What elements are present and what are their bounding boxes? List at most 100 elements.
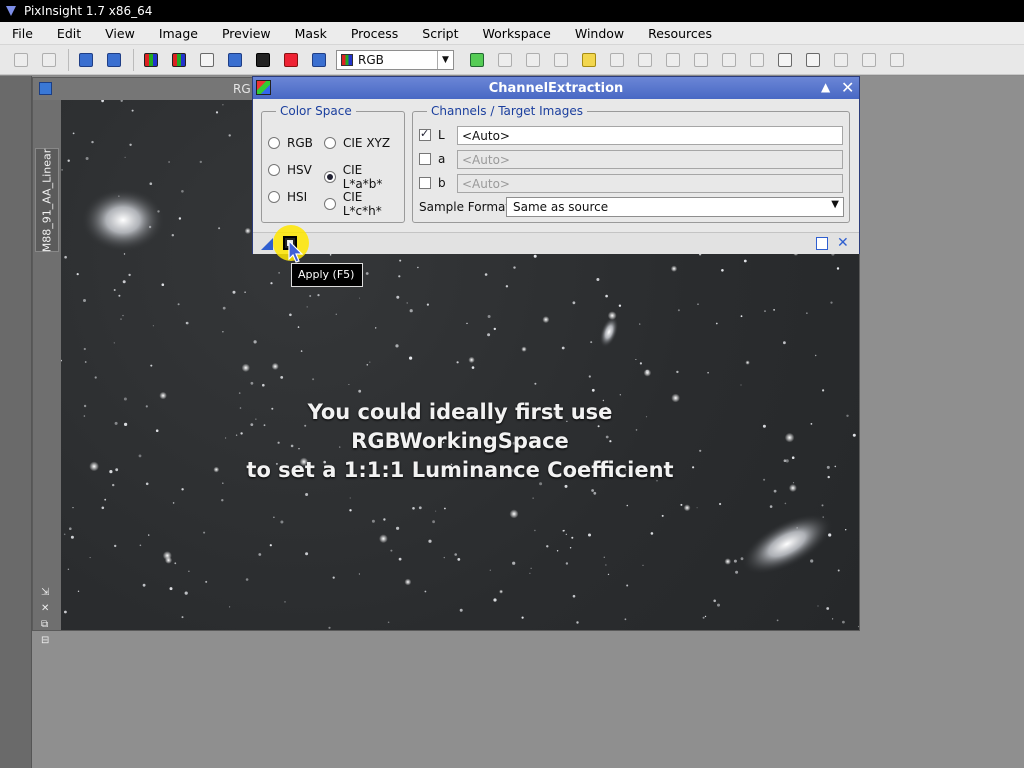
radio-cie-lch[interactable]: CIE L*c*h* [324,190,404,218]
toolbar-separator [68,48,69,71]
history-icon [806,52,820,67]
fit-icon[interactable]: ✕ [41,601,53,617]
channels-group: Channels / Target Images L <Auto> a <Aut… [412,104,850,223]
radio-hsi-icon[interactable] [268,191,280,203]
menu-process[interactable]: Process [339,26,410,41]
edit-preview-button[interactable] [494,49,516,71]
galaxy-m88 [741,513,833,575]
format-icon [862,52,876,67]
menu-image[interactable]: Image [147,26,210,41]
caption-line-2: RGBWorkingSpace [351,429,569,453]
dialog-control-bar: ✕ [253,225,859,261]
close-icon[interactable]: ✕ [841,78,854,97]
channels-title: Channels / Target Images [427,104,587,118]
minimize-icon[interactable]: ⊟ [41,633,53,649]
new-image-button[interactable] [196,49,218,71]
next-icon [638,52,652,67]
menu-resources[interactable]: Resources [636,26,724,41]
menu-edit[interactable]: Edit [45,26,93,41]
radio-hsi-label: HSI [287,190,308,204]
sample-format-select[interactable]: Same as source ▼ [506,197,844,217]
app-title: PixInsight 1.7 x86_64 [24,4,153,18]
radio-hsv[interactable]: HSV [268,163,312,177]
channel-a-checkbox[interactable] [419,153,431,165]
channel-b-checkbox[interactable] [419,177,431,189]
radio-hsi[interactable]: HSI [268,190,307,204]
previous-button[interactable] [606,49,628,71]
delete-preview-icon [526,52,540,67]
zoom-fit-button[interactable] [718,49,740,71]
color-space-title: Color Space [276,104,356,118]
sample-format-value: Same as source [513,200,609,214]
radio-hsv-icon[interactable] [268,164,280,176]
channel-select[interactable]: RGB ▼ [336,49,454,70]
stf-icon [228,52,242,67]
browse-documentation-icon[interactable] [816,237,828,250]
screen-button[interactable] [308,49,330,71]
dialog-title-bar[interactable]: ChannelExtraction ▲ ✕ [253,77,859,99]
restore-icon[interactable]: ⧉ [41,617,53,633]
channel-l-label: L [438,128,445,142]
radio-cie-lab-icon[interactable] [324,171,336,183]
new-instance-icon[interactable] [261,238,273,250]
channel-l-checkbox[interactable] [419,127,431,141]
channel-rgb-button[interactable] [140,49,162,71]
process-icon [834,52,848,67]
identifier-button[interactable] [75,49,97,71]
window-menu-icon[interactable] [39,82,52,95]
explorer-button[interactable] [774,49,796,71]
radio-cie-lch-icon[interactable] [324,198,336,210]
channel-extraction-dialog: ChannelExtraction ▲ ✕ Color Space RGB CI… [252,76,860,261]
menu-workspace[interactable]: Workspace [471,26,563,41]
menu-window[interactable]: Window [563,26,636,41]
channel-b-label: b [438,176,446,190]
channel-b-target-field[interactable]: <Auto> [457,174,843,193]
toolbar-separator [133,48,134,71]
image-identifier-tab[interactable]: M88_91_AA_Linear [35,148,59,252]
lock-button[interactable] [662,49,684,71]
edit-preview-icon [498,52,512,67]
channel-a-target-field[interactable]: <Auto> [457,150,843,169]
galaxy-m91 [81,188,165,252]
print-button[interactable] [280,49,302,71]
zoom-out-button[interactable] [746,49,768,71]
script-button[interactable] [886,49,908,71]
caption-line-1: You could ideally first use [307,400,613,424]
history-button[interactable] [802,49,824,71]
radio-cie-xyz-icon[interactable] [324,137,336,149]
caption-line-3: to set a 1:1:1 Luminance Coefficient [246,458,674,482]
channel-l-target-field[interactable]: <Auto> [457,126,843,145]
new-preview-button[interactable] [466,49,488,71]
menu-bar: File Edit View Image Preview Mask Proces… [0,22,1024,45]
screen-icon [312,52,326,67]
radio-rgb[interactable]: RGB [268,136,313,150]
radio-cie-xyz[interactable]: CIE XYZ [324,136,390,150]
menu-script[interactable]: Script [410,26,470,41]
readout-button[interactable] [578,49,600,71]
process-button[interactable] [830,49,852,71]
shade-icon[interactable]: ▲ [821,80,830,94]
id-icon [79,52,93,67]
channel-split-button[interactable] [168,49,190,71]
radio-cie-lab[interactable]: CIE L*a*b* [324,163,404,191]
menu-view[interactable]: View [93,26,147,41]
format-button[interactable] [858,49,880,71]
radio-rgb-icon[interactable] [268,137,280,149]
mask-button[interactable] [252,49,274,71]
delete-preview-button[interactable] [522,49,544,71]
stf-button[interactable] [224,49,246,71]
undo-button[interactable] [10,49,32,71]
store-preview-button[interactable] [550,49,572,71]
next-button[interactable] [634,49,656,71]
clone-button[interactable] [103,49,125,71]
reset-icon[interactable]: ✕ [837,235,849,251]
menu-file[interactable]: File [0,26,45,41]
menu-mask[interactable]: Mask [283,26,339,41]
zoom-in-icon [694,52,708,67]
redo-button[interactable] [38,49,60,71]
main-toolbar: RGB ▼ [0,45,1024,75]
shrink-icon[interactable]: ⇲ [41,585,53,601]
radio-cie-xyz-label: CIE XYZ [343,136,391,150]
menu-preview[interactable]: Preview [210,26,283,41]
zoom-in-button[interactable] [690,49,712,71]
